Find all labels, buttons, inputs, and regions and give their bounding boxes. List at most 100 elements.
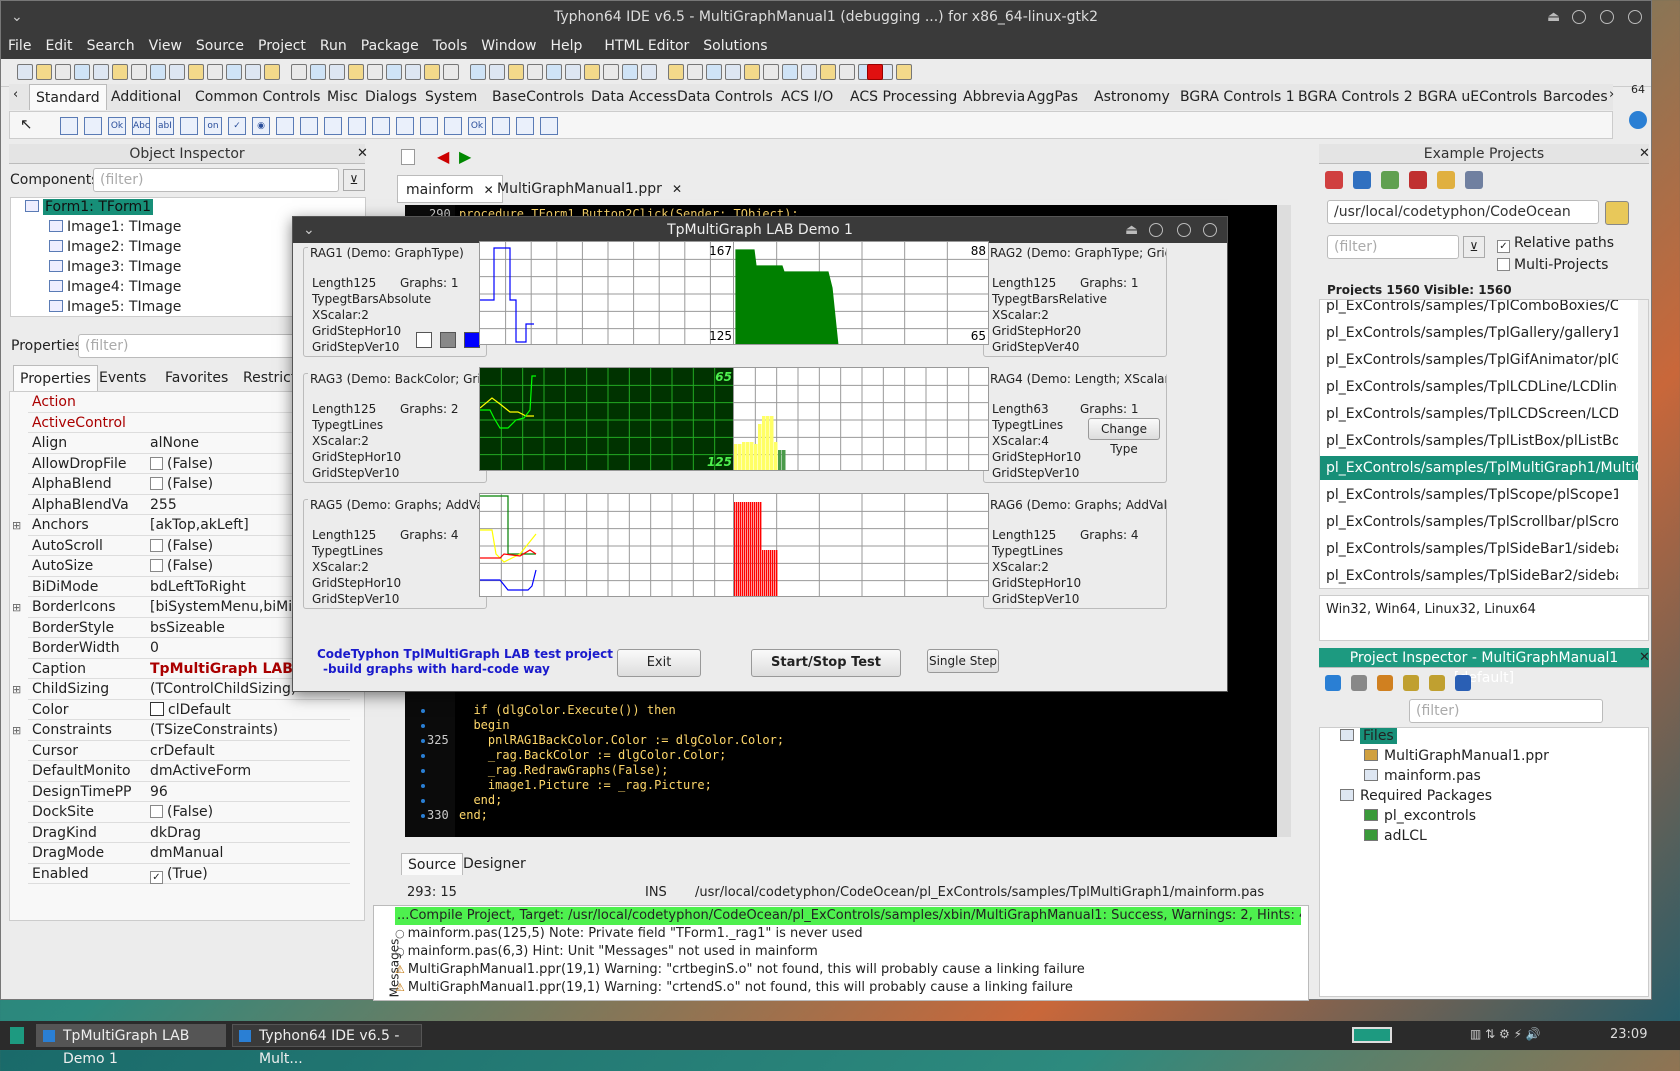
toolbar-tool-icon[interactable] [112,64,128,80]
property-row[interactable]: ⊞ Constraints (TSizeConstraints) [12,720,350,741]
palette-tab-system[interactable]: System [419,84,483,110]
property-row[interactable]: DockSite (False) [28,802,350,823]
toolbar-tool-icon[interactable] [782,64,798,80]
tree-item[interactable]: Image3: TImage [49,257,181,277]
project-tool-icon[interactable] [1377,675,1393,691]
relative-paths-checkbox[interactable]: ✓ Relative paths [1497,235,1614,253]
menu-html-editor[interactable]: HTML Editor [597,33,696,59]
palette-tab-misc[interactable]: Misc [321,84,364,110]
breakpoint-dot[interactable] [421,769,425,773]
toolbar-tool-icon[interactable] [367,64,383,80]
palette-tab-bgra-controls-1[interactable]: BGRA Controls 1 [1174,84,1301,110]
editor-menu-icon[interactable] [401,149,415,165]
component-icon[interactable]: abI [156,117,174,135]
palette-tab-acs-i-o[interactable]: ACS I/O [775,84,839,110]
component-icon[interactable] [492,117,510,135]
menu-source[interactable]: Source [189,33,251,59]
property-row[interactable]: DragMode dmManual [28,843,350,864]
property-checkbox[interactable] [150,805,163,818]
pointer-icon[interactable]: ↖ [20,115,33,133]
components-filter-input[interactable]: (filter) [93,168,339,192]
toolbar-tool-icon[interactable] [839,64,855,80]
menu-package[interactable]: Package [354,33,426,59]
palette-tab-aggpas[interactable]: AggPas [1021,84,1084,110]
toolbar-tool-icon[interactable] [245,64,261,80]
component-icon[interactable]: Ok [108,117,126,135]
inspector-tab-events[interactable]: Events [93,365,152,391]
object-inspector-close-icon[interactable]: ✕ [357,146,368,161]
example-project-item[interactable]: pl_ExControls/samples/TplSideBar2/sideba… [1326,564,1618,588]
palette-tab-basecontrols[interactable]: BaseControls [486,84,590,110]
toolbar-tool-icon[interactable] [74,64,90,80]
component-icon[interactable] [396,117,414,135]
component-icon[interactable] [540,117,558,135]
toolbar-tool-icon[interactable] [744,64,760,80]
tree-item[interactable]: Form1: TForm1 [25,197,154,217]
property-value[interactable]: crDefault [150,741,350,762]
component-icon[interactable] [348,117,366,135]
tree-item[interactable]: Image5: TImage [49,297,181,317]
dialog-collapse-icon[interactable]: ⌄ [303,217,315,243]
project-tree-item[interactable]: Required Packages [1340,786,1492,806]
toolbar-tool-icon[interactable] [603,64,619,80]
component-icon[interactable] [84,117,102,135]
property-checkbox[interactable] [150,477,163,490]
breakpoint-dot[interactable] [421,709,425,713]
examples-list-scrollbar[interactable] [1638,300,1648,588]
example-project-item[interactable]: pl_ExControls/samples/TplLCDScreen/LCDSc… [1326,402,1618,426]
menu-run[interactable]: Run [313,33,354,59]
toolbar-tool-icon[interactable] [527,64,543,80]
example-tool-icon[interactable] [1409,171,1427,189]
toolbar-tool-icon[interactable] [801,64,817,80]
property-row[interactable]: DesignTimePP 96 [28,782,350,803]
component-icon[interactable] [276,117,294,135]
taskbar-task[interactable]: Typhon64 IDE v6.5 - Mult... [232,1024,422,1067]
property-row[interactable]: Enabled ✓ (True) [28,864,350,884]
toolbar-tool-icon[interactable] [36,64,52,80]
example-tool-icon[interactable] [1325,171,1343,189]
menu-view[interactable]: View [142,33,189,59]
menu-edit[interactable]: Edit [38,33,79,59]
examples-filter-input[interactable]: (filter) [1327,235,1459,259]
property-value[interactable]: 96 [150,782,350,803]
toolbar-tool-icon[interactable] [725,64,741,80]
toolbar-tool-icon[interactable] [131,64,147,80]
tray-indicator[interactable] [1352,1027,1392,1043]
property-value[interactable]: dmManual [150,843,350,864]
single-step-button[interactable]: Single Step [927,649,999,673]
expand-icon[interactable]: ⊞ [12,720,21,741]
project-inspector-close-icon[interactable]: ✕ [1639,650,1650,665]
project-tool-icon[interactable] [1351,675,1367,691]
toolbar-tool-icon[interactable] [668,64,684,80]
palette-tab-astronomy[interactable]: Astronomy [1088,84,1176,110]
toolbar-tool-icon[interactable] [226,64,242,80]
menu-project[interactable]: Project [251,33,313,59]
breakpoint-dot[interactable] [421,724,425,728]
palette-tab-dialogs[interactable]: Dialogs [359,84,423,110]
palette-scroll-left-icon[interactable]: ‹ [13,87,18,102]
property-checkbox[interactable]: ✓ [150,870,163,884]
property-checkbox[interactable] [150,559,163,572]
property-checkbox[interactable] [150,456,163,470]
example-project-item[interactable]: pl_ExControls/samples/TplMultiGraph1/Mul… [1320,456,1638,480]
inspector-tab-favorites[interactable]: Favorites [159,365,234,391]
color-picker-swatch[interactable] [464,332,480,348]
property-value[interactable]: (False) [150,802,350,823]
palette-tab-bgra-uecontrols[interactable]: BGRA uEControls [1412,84,1543,110]
toolbar-tool-icon[interactable] [820,64,836,80]
example-projects-close-icon[interactable]: ✕ [1639,146,1650,161]
example-tool-icon[interactable] [1465,171,1483,189]
exit-button[interactable]: Exit [617,649,701,677]
toolbar-tool-icon[interactable] [169,64,185,80]
toolbar-tool-icon[interactable] [687,64,703,80]
property-checkbox[interactable] [150,538,163,552]
project-filter-input[interactable]: (filter) [1409,699,1603,723]
property-value[interactable]: clDefault [150,700,350,721]
project-tool-icon[interactable] [1455,675,1471,691]
close-icon[interactable] [1628,10,1642,24]
project-tree-item[interactable]: adLCL [1364,826,1427,846]
tree-item[interactable]: Image4: TImage [49,277,181,297]
project-tree-item[interactable]: Files [1340,726,1397,746]
message-line[interactable]: ○ mainform.pas(6,3) Hint: Unit "Messages"… [395,944,818,959]
toolbar-tool-icon[interactable] [188,64,204,80]
